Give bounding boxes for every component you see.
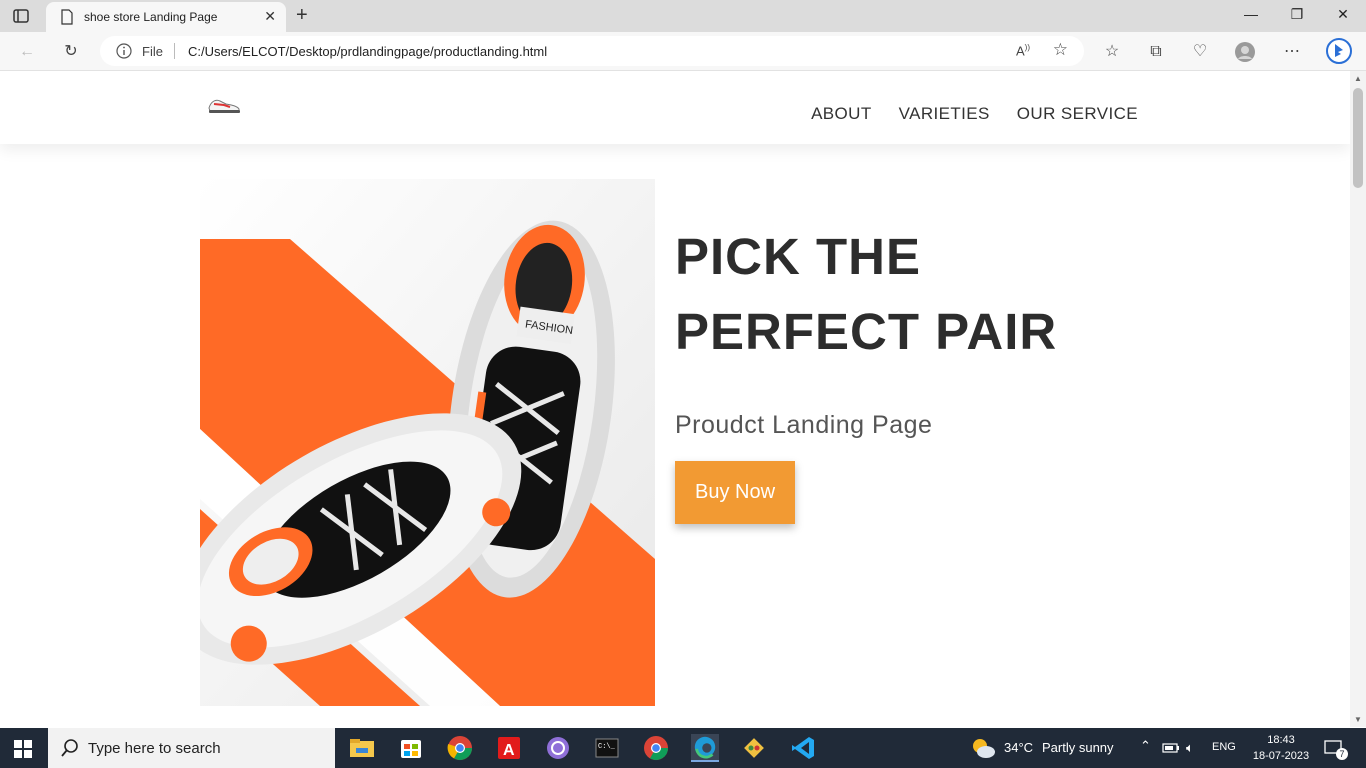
page-content: ABOUT VARIETIES OUR SERVICE FASHION PICK… bbox=[0, 71, 1350, 727]
shoe-logo-icon[interactable] bbox=[206, 95, 242, 115]
browser-tabbar: shoe store Landing Page ✕ + — ❐ ✕ bbox=[0, 0, 1366, 32]
scroll-up-icon[interactable]: ▲ bbox=[1354, 74, 1362, 83]
weather-temp[interactable]: 34°C bbox=[1004, 740, 1033, 755]
file-explorer-icon[interactable] bbox=[348, 734, 376, 762]
performance-icon[interactable]: ♡ bbox=[1189, 41, 1211, 63]
git-kraken-icon[interactable] bbox=[740, 734, 768, 762]
tab-actions-icon[interactable] bbox=[12, 7, 30, 25]
favorite-star-icon[interactable]: ☆ bbox=[1053, 40, 1068, 60]
hero-title-line-2: PERFECT PAIR bbox=[675, 303, 1058, 360]
back-icon[interactable]: ← bbox=[16, 41, 38, 63]
weather-icon[interactable] bbox=[970, 736, 996, 760]
favorites-icon[interactable]: ☆ bbox=[1101, 41, 1123, 63]
taskbar-search[interactable]: Type here to search bbox=[48, 728, 335, 768]
bing-icon[interactable] bbox=[1326, 38, 1352, 64]
collections-icon[interactable]: ⧉ bbox=[1145, 41, 1167, 63]
hero-subtitle: Proudct Landing Page bbox=[675, 411, 933, 439]
nav-about[interactable]: ABOUT bbox=[811, 104, 872, 124]
new-tab-icon[interactable]: + bbox=[296, 4, 308, 27]
volume-icon[interactable]: 🔈︎ bbox=[1186, 740, 1194, 756]
svg-text:A: A bbox=[503, 742, 515, 759]
notification-count: 7 bbox=[1336, 748, 1348, 760]
vscode-icon[interactable] bbox=[789, 734, 817, 762]
acrobat-icon[interactable]: A bbox=[495, 734, 523, 762]
search-icon bbox=[61, 739, 78, 757]
windows-taskbar: Type here to search A C:\_ 34°C Partly s… bbox=[0, 728, 1366, 768]
clock-time: 18:43 bbox=[1267, 734, 1295, 746]
restore-icon[interactable]: ❐ bbox=[1274, 6, 1320, 23]
windows-start-icon[interactable] bbox=[14, 740, 32, 758]
address-bar[interactable]: File C:/Users/ELCOT/Desktop/prdlandingpa… bbox=[100, 36, 1084, 66]
browser-toolbar: ← ↻ File C:/Users/ELCOT/Desktop/prdlandi… bbox=[0, 32, 1366, 71]
app-swirl-icon[interactable] bbox=[544, 734, 572, 762]
info-icon bbox=[116, 43, 132, 59]
profile-icon[interactable] bbox=[1234, 41, 1256, 63]
read-aloud-icon[interactable]: A)) bbox=[1016, 43, 1030, 58]
minimize-icon[interactable]: — bbox=[1228, 6, 1274, 22]
page-scrollbar[interactable]: ▲ ▼ bbox=[1350, 71, 1366, 727]
browser-tab[interactable]: shoe store Landing Page ✕ bbox=[46, 2, 286, 32]
edge-icon[interactable] bbox=[691, 734, 719, 762]
battery-icon[interactable] bbox=[1162, 741, 1180, 755]
store-icon[interactable] bbox=[397, 734, 425, 762]
clock-date: 18-07-2023 bbox=[1252, 750, 1310, 762]
svg-text:C:\_: C:\_ bbox=[598, 743, 616, 751]
nav-our-service[interactable]: OUR SERVICE bbox=[1017, 104, 1138, 124]
weather-desc[interactable]: Partly sunny bbox=[1042, 740, 1114, 755]
close-tab-icon[interactable]: ✕ bbox=[264, 8, 276, 25]
chrome-profile-icon[interactable] bbox=[642, 734, 670, 762]
terminal-icon[interactable]: C:\_ bbox=[593, 734, 621, 762]
scroll-down-icon[interactable]: ▼ bbox=[1354, 715, 1362, 724]
buy-now-button[interactable]: Buy Now bbox=[675, 461, 795, 524]
refresh-icon[interactable]: ↻ bbox=[60, 41, 82, 63]
tab-title: shoe store Landing Page bbox=[84, 10, 218, 24]
hero-title: PICK THE PERFECT PAIR bbox=[675, 219, 1057, 369]
language-indicator[interactable]: ENG bbox=[1212, 741, 1236, 753]
file-label: File bbox=[142, 44, 163, 59]
nav-varieties[interactable]: VARIETIES bbox=[899, 104, 990, 124]
search-placeholder: Type here to search bbox=[88, 740, 221, 757]
hero-title-line-1: PICK THE bbox=[675, 228, 922, 285]
tray-chevron-icon[interactable]: ⌃ bbox=[1140, 738, 1151, 754]
close-window-icon[interactable]: ✕ bbox=[1320, 6, 1366, 23]
taskbar-clock[interactable]: 18:43 18-07-2023 bbox=[1250, 732, 1312, 764]
address-separator bbox=[174, 43, 175, 59]
page-icon bbox=[61, 9, 73, 25]
chrome-icon[interactable] bbox=[446, 734, 474, 762]
nav-links: ABOUT VARIETIES OUR SERVICE bbox=[811, 104, 1138, 124]
url-text[interactable]: C:/Users/ELCOT/Desktop/prdlandingpage/pr… bbox=[188, 44, 547, 59]
hero-shoe-image: FASHION bbox=[200, 179, 655, 706]
more-options-icon[interactable]: ⋯ bbox=[1281, 41, 1303, 63]
scrollbar-thumb[interactable] bbox=[1353, 88, 1363, 188]
site-navbar: ABOUT VARIETIES OUR SERVICE bbox=[0, 71, 1350, 144]
